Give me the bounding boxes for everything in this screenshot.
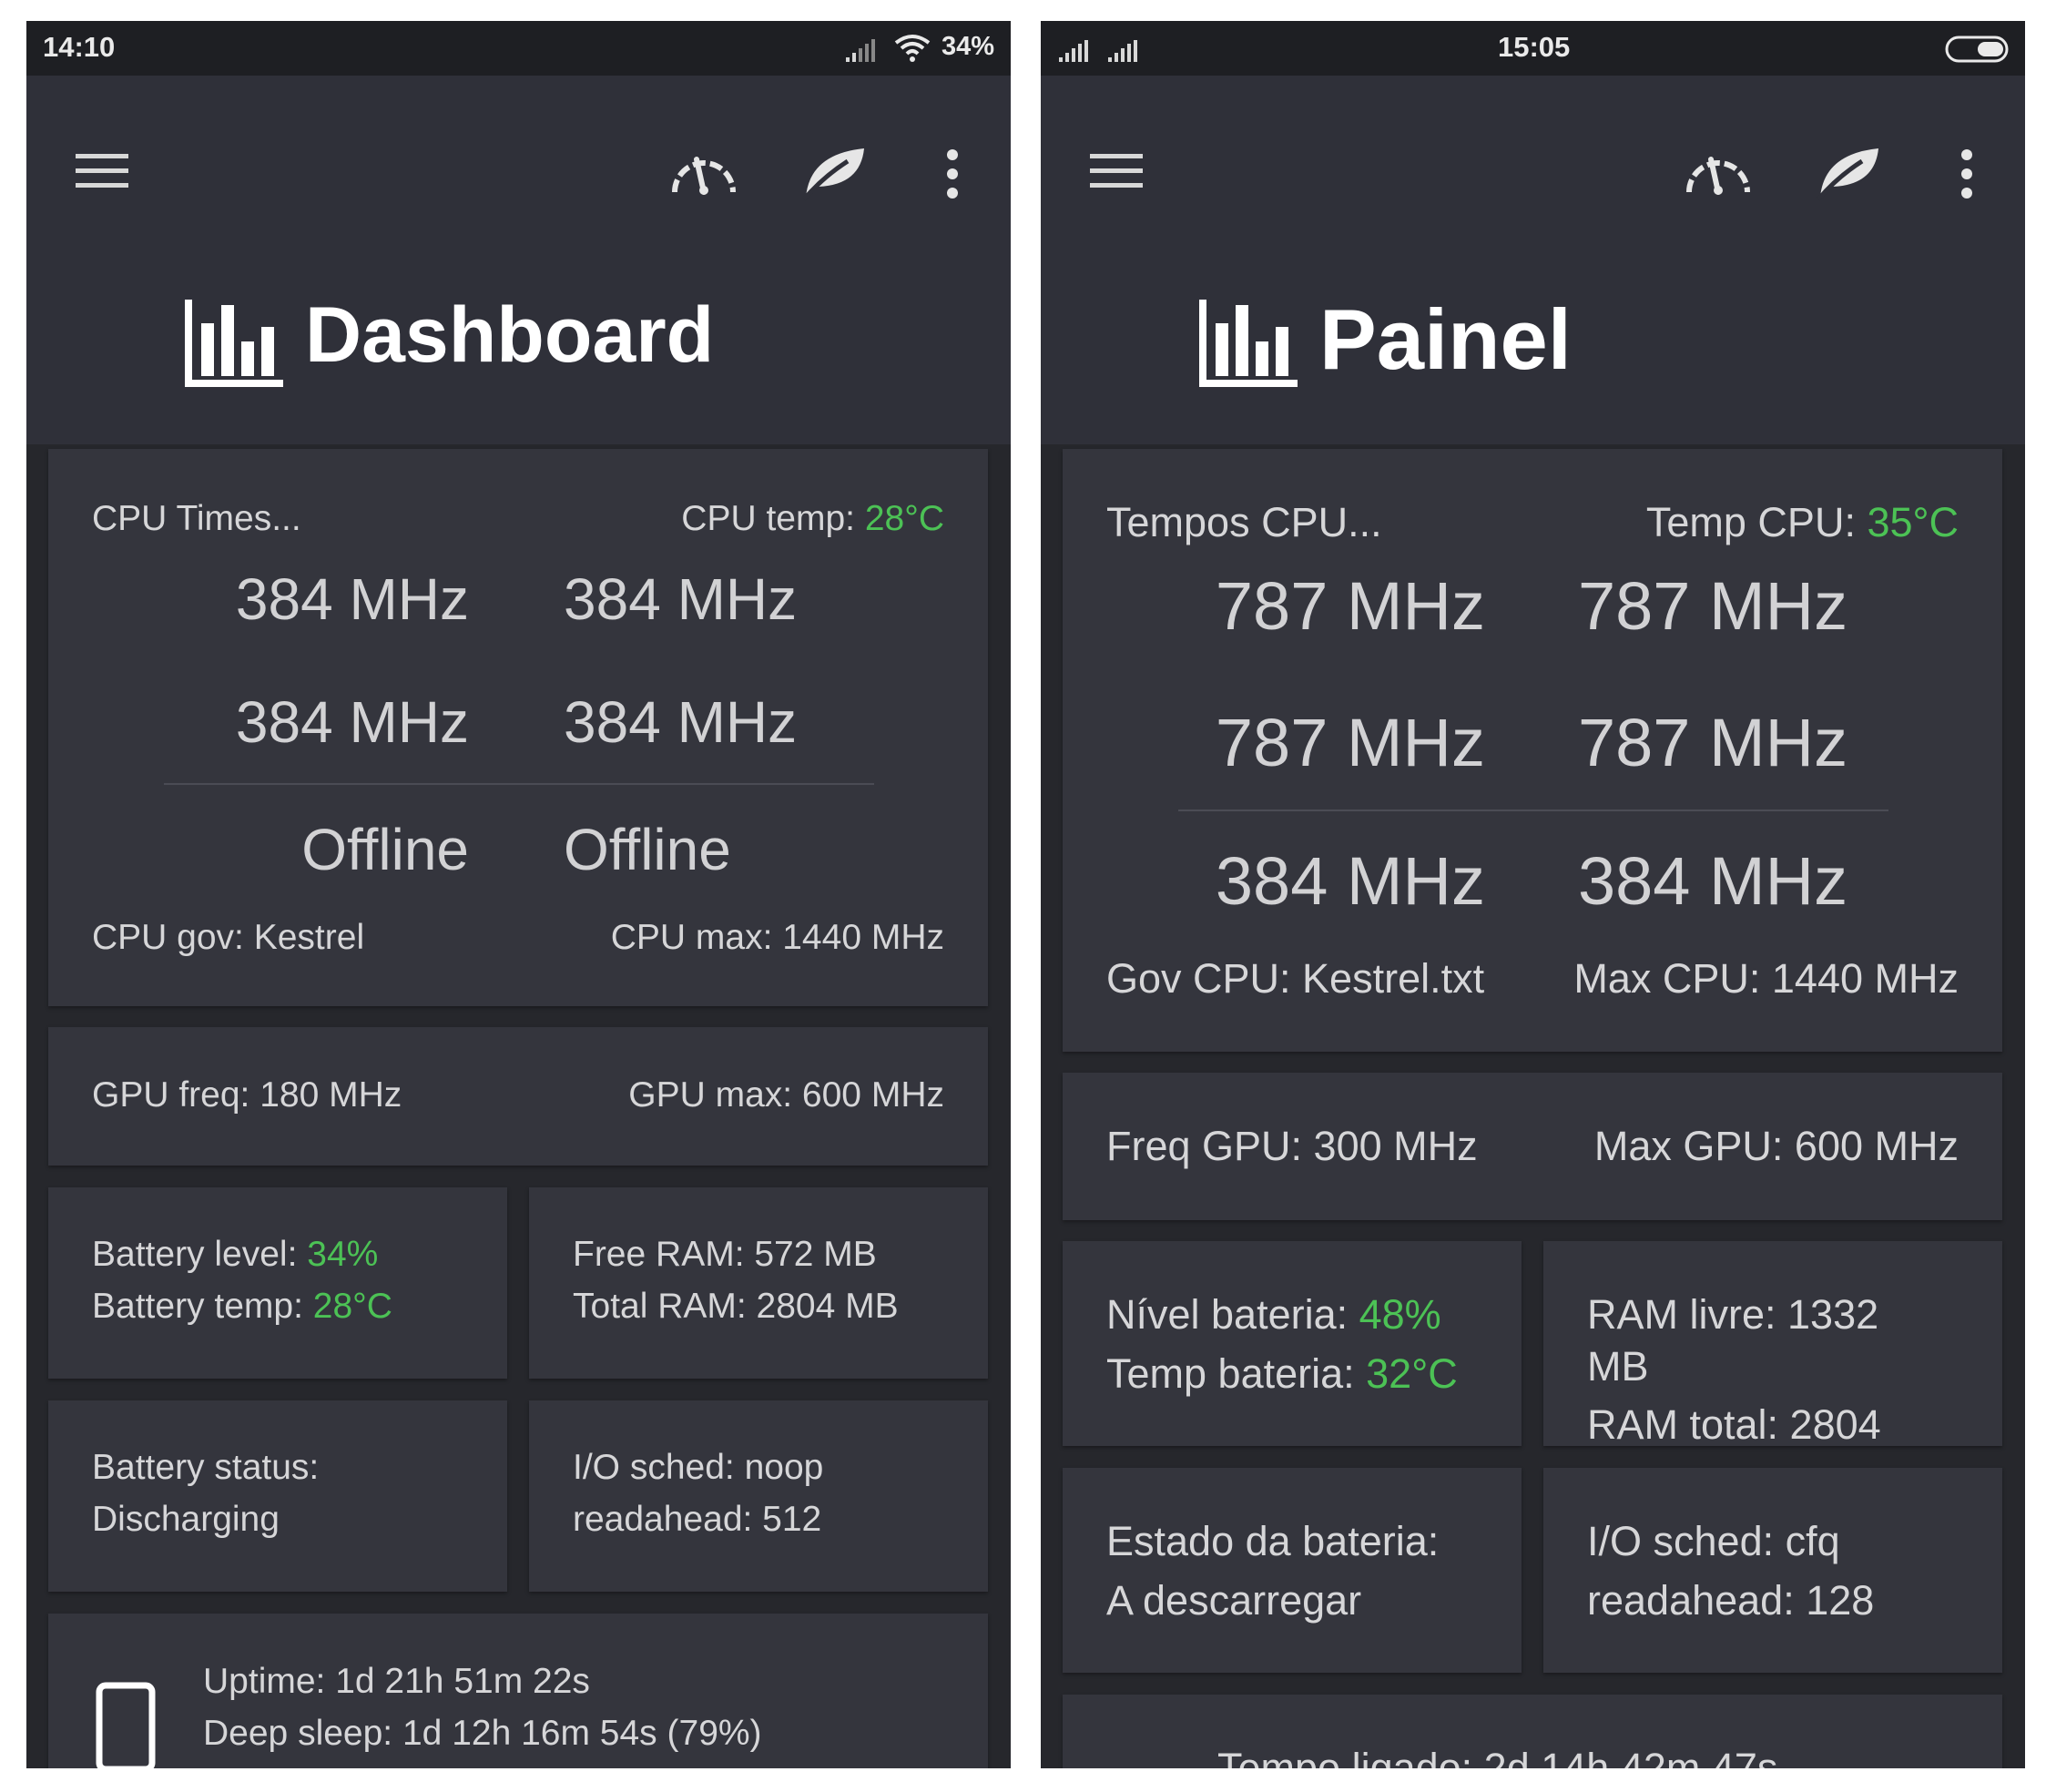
- signal-icon: [1059, 40, 1088, 62]
- free-ram-unit: MB: [1587, 1343, 1649, 1390]
- cpu-governor: Gov CPU: Kestrel.txt: [1106, 955, 1485, 1002]
- cpu-governor: CPU gov: Kestrel: [92, 918, 365, 957]
- free-ram: RAM livre: 1332: [1587, 1291, 1879, 1338]
- battery-card[interactable]: Nível bateria: 48% Temp bateria: 32°C: [1063, 1241, 1522, 1446]
- uptime-card[interactable]: Tempo ligado: 2d 14h 42m 47s: [1063, 1695, 2002, 1768]
- status-bar: 14:10 34%: [26, 21, 1011, 76]
- core-freq: Offline: [564, 817, 731, 882]
- battery-card[interactable]: Battery level: 34% Battery temp: 28°C: [48, 1187, 507, 1379]
- gpu-freq: Freq GPU: 300 MHz: [1106, 1123, 1478, 1169]
- free-ram: Free RAM: 572 MB: [573, 1235, 877, 1274]
- uptime: Uptime: 1d 21h 51m 22s: [203, 1662, 590, 1701]
- speedometer-icon[interactable]: [669, 147, 738, 198]
- readahead: readahead: 128: [1587, 1577, 1875, 1624]
- cpu-temp-value: 28°C: [864, 499, 944, 538]
- core-freq: 384 MHz: [1215, 843, 1485, 919]
- battery-temp-value: 28°C: [312, 1287, 392, 1326]
- gpu-max: GPU max: 600 MHz: [628, 1075, 944, 1115]
- app-bar: Dashboard: [26, 76, 1011, 444]
- battery-level-value: 34%: [307, 1235, 379, 1274]
- cpu-card[interactable]: CPU Times... CPU temp: 28°C 384 MHz 384 …: [48, 449, 988, 1006]
- battery-temp-value: 32°C: [1366, 1350, 1458, 1397]
- status-time: 14:10: [43, 31, 116, 63]
- cpu-times-label: Tempos CPU...: [1106, 499, 1382, 545]
- page-title: Painel: [1319, 291, 1572, 387]
- battery-temp: Temp bateria: 32°C: [1106, 1350, 1458, 1397]
- gpu-card[interactable]: Freq GPU: 300 MHz Max GPU: 600 MHz: [1063, 1073, 2002, 1220]
- io-scheduler: I/O sched: cfq: [1587, 1518, 1840, 1564]
- battery-status-label: Estado da bateria:: [1106, 1518, 1440, 1564]
- battery-level: Battery level: 34%: [92, 1235, 379, 1274]
- cpu-max: CPU max: 1440 MHz: [610, 918, 944, 957]
- cpu-temp: CPU temp: 28°C: [681, 499, 944, 538]
- core-freq: 384 MHz: [1578, 843, 1848, 919]
- cpu-times-label: CPU Times...: [92, 499, 301, 538]
- gpu-max: Max GPU: 600 MHz: [1593, 1123, 1959, 1169]
- core-freq: 384 MHz: [235, 566, 469, 632]
- ram-card[interactable]: Free RAM: 572 MB Total RAM: 2804 MB: [529, 1187, 988, 1379]
- uptime-card[interactable]: Uptime: 1d 21h 51m 22s Deep sleep: 1d 12…: [48, 1614, 988, 1768]
- battery-status-value: Discharging: [92, 1500, 280, 1539]
- status-time: 15:05: [1498, 31, 1571, 63]
- uptime: Tempo ligado: 2d 14h 42m 47s: [1217, 1745, 1778, 1768]
- cpu-max: Max CPU: 1440 MHz: [1573, 955, 1959, 1002]
- battery-status-value: A descarregar: [1106, 1577, 1362, 1624]
- battery-level-value: 48%: [1359, 1291, 1441, 1338]
- leaf-icon[interactable]: [1815, 145, 1882, 201]
- battery-temp: Battery temp: 28°C: [92, 1287, 392, 1326]
- cluster-divider: [1178, 809, 1888, 811]
- ram-card[interactable]: RAM livre: 1332 MB RAM total: 2804: [1543, 1241, 2002, 1446]
- io-card[interactable]: I/O sched: cfq readahead: 128: [1543, 1468, 2002, 1673]
- io-card[interactable]: I/O sched: noop readahead: 512: [529, 1400, 988, 1592]
- app-bar: Painel: [1041, 76, 2025, 444]
- core-freq: 787 MHz: [1215, 705, 1485, 780]
- bar-chart-icon: [185, 300, 283, 387]
- core-freq: 787 MHz: [1215, 568, 1485, 644]
- total-ram: RAM total: 2804: [1587, 1401, 1881, 1446]
- battery-level: Nível bateria: 48%: [1106, 1291, 1441, 1338]
- core-freq: 384 MHz: [564, 689, 798, 755]
- signal-icon: [1108, 40, 1137, 62]
- status-battery-percent: 34%: [942, 32, 995, 61]
- core-freq: Offline: [301, 817, 469, 882]
- battery-status-card[interactable]: Estado da bateria: A descarregar: [1063, 1468, 1522, 1673]
- core-freq: 787 MHz: [1578, 568, 1848, 644]
- phone-screen-left: 14:10 34% Dashboard CPU Times... CPU tem…: [26, 21, 1011, 1768]
- phone-screen-right: 15:05 Painel Tempos CPU... Temp CPU: 35°…: [1041, 21, 2025, 1768]
- total-ram: Total RAM: 2804 MB: [573, 1287, 899, 1326]
- leaf-icon[interactable]: [800, 145, 868, 201]
- gpu-card[interactable]: GPU freq: 180 MHz GPU max: 600 MHz: [48, 1027, 988, 1166]
- io-scheduler: I/O sched: noop: [573, 1448, 824, 1487]
- cpu-temp: Temp CPU: 35°C: [1645, 499, 1959, 545]
- menu-icon[interactable]: [76, 152, 128, 190]
- more-vert-icon[interactable]: [1960, 148, 1973, 199]
- core-freq: 384 MHz: [235, 689, 469, 755]
- phone-icon: [96, 1682, 156, 1768]
- cpu-card[interactable]: Tempos CPU... Temp CPU: 35°C 787 MHz 787…: [1063, 449, 2002, 1052]
- cluster-divider: [164, 783, 874, 785]
- bar-chart-icon: [1199, 300, 1298, 387]
- battery-icon: [1945, 36, 2009, 63]
- core-freq: 384 MHz: [564, 566, 798, 632]
- wifi-icon: [894, 35, 931, 62]
- status-bar: 15:05: [1041, 21, 2025, 76]
- gpu-freq: GPU freq: 180 MHz: [92, 1075, 402, 1115]
- speedometer-icon[interactable]: [1684, 147, 1753, 198]
- cpu-temp-value: 35°C: [1867, 499, 1959, 545]
- page-title: Dashboard: [305, 291, 715, 379]
- signal-icon: [846, 39, 875, 62]
- readahead: readahead: 512: [573, 1500, 822, 1539]
- more-vert-icon[interactable]: [946, 148, 959, 199]
- battery-status-label: Battery status:: [92, 1448, 320, 1487]
- core-freq: 787 MHz: [1578, 705, 1848, 780]
- battery-status-card[interactable]: Battery status: Discharging: [48, 1400, 507, 1592]
- deep-sleep: Deep sleep: 1d 12h 16m 54s (79%): [203, 1714, 762, 1753]
- menu-icon[interactable]: [1090, 152, 1143, 190]
